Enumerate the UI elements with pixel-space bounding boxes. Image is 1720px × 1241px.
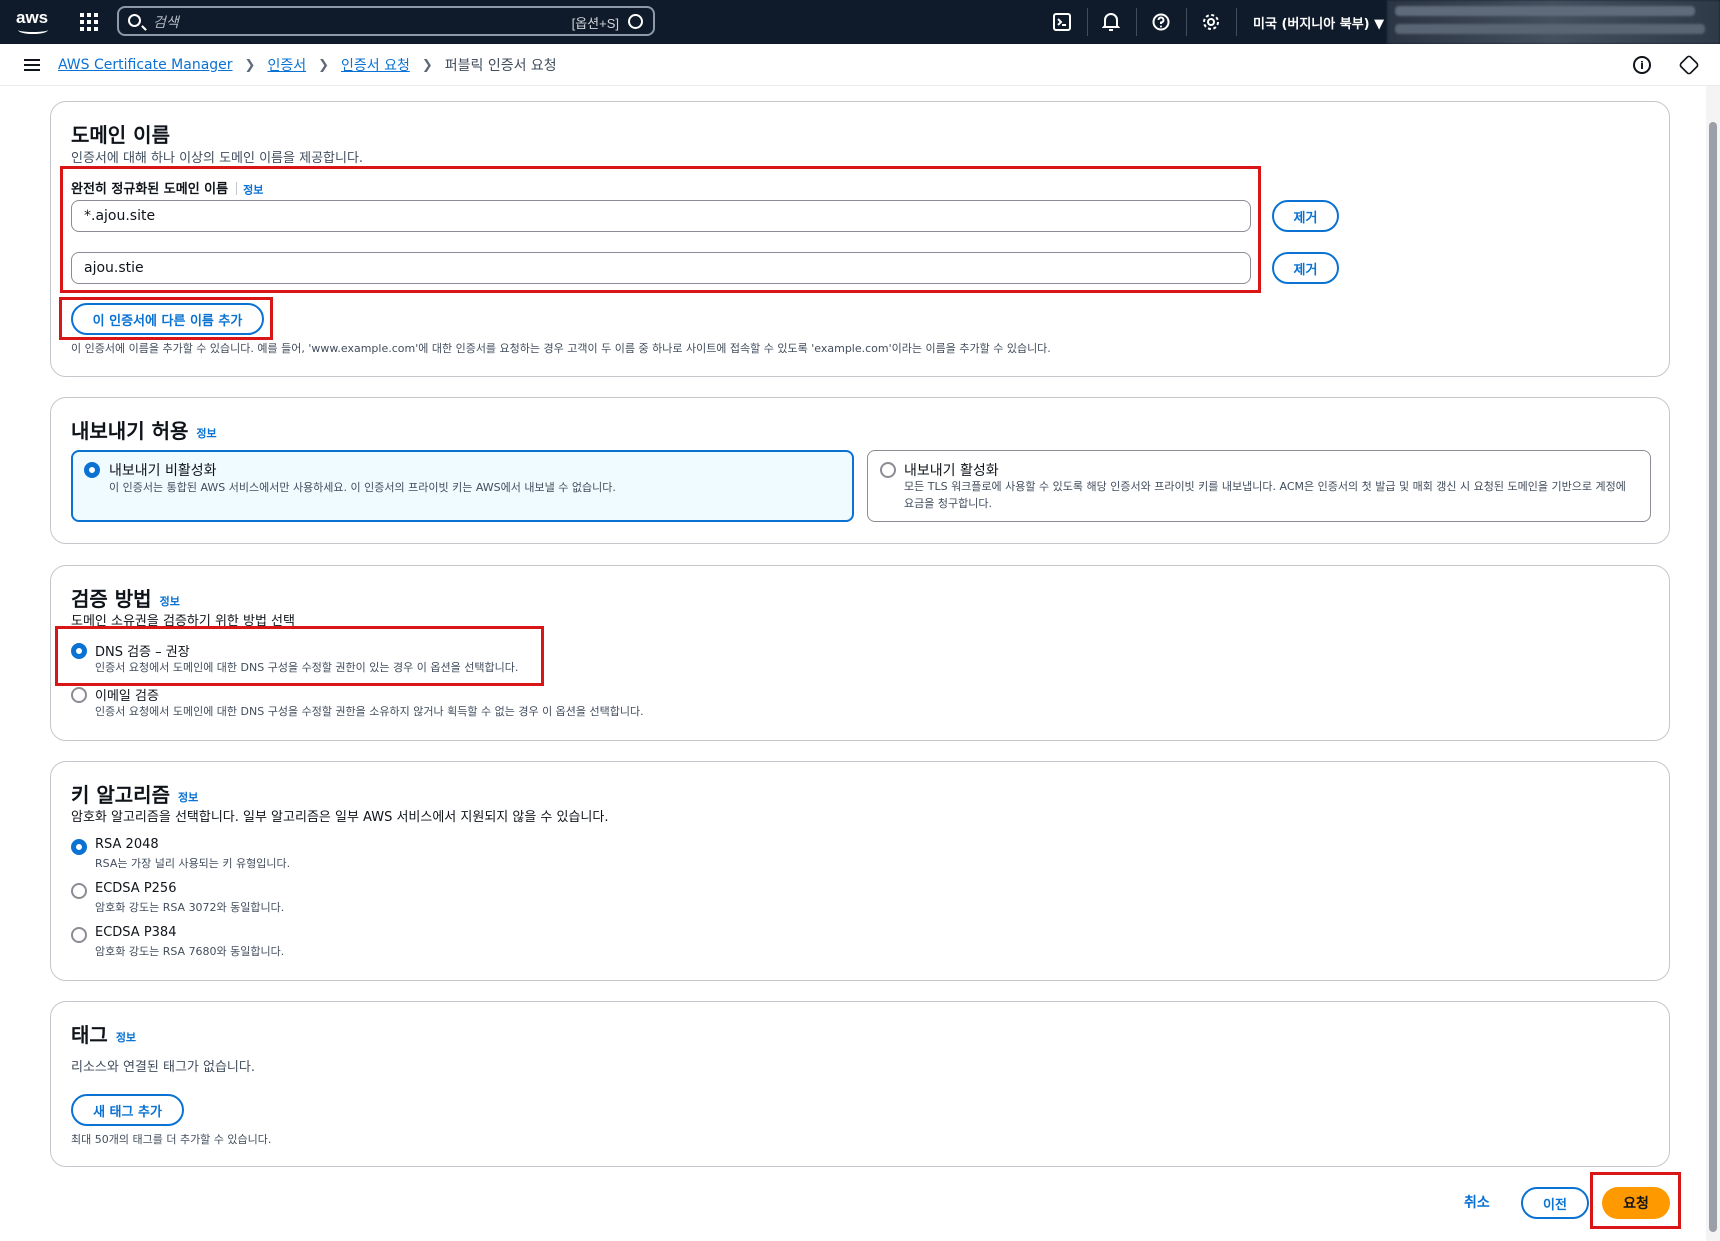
breadcrumb-request-certificate[interactable]: 인증서 요청 (341, 55, 410, 75)
cloudshell-icon[interactable] (1050, 10, 1074, 34)
export-enable-title: 내보내기 활성화 (904, 463, 999, 479)
ecdsa-p256-radio[interactable] (71, 883, 87, 899)
tags-title: 태그 정보 (71, 1019, 136, 1048)
settings-gear-icon[interactable] (1199, 10, 1223, 34)
export-panel: 내보내기 허용 정보 내보내기 비활성화 이 인증서는 통합된 AWS 서비스에서… (50, 397, 1670, 544)
domain-names-title: 도메인 이름 (71, 123, 170, 147)
tags-panel: 태그 정보 리소스와 연결된 태그가 없습니다. 새 태그 추가 최대 50개의 … (50, 1001, 1670, 1167)
breadcrumb-current: 퍼블릭 인증서 요청 (444, 58, 557, 74)
cancel-button[interactable]: 취소 (1464, 1192, 1490, 1212)
export-disable-tile[interactable]: 내보내기 비활성화 이 인증서는 통합된 AWS 서비스에서만 사용하세요. 이… (71, 450, 854, 522)
chevron-right-icon: ❯ (318, 57, 329, 73)
remove-domain-button-2[interactable]: 제거 (1272, 252, 1339, 284)
ecdsa-p384-desc: 암호화 강도는 RSA 7680와 동일합니다. (95, 945, 285, 958)
export-enable-desc: 모든 TLS 워크플로에 사용할 수 있도록 해당 인증서와 프라이빗 키를 내… (904, 480, 1626, 510)
breadcrumb-acm[interactable]: AWS Certificate Manager (58, 57, 233, 73)
export-enable-tile[interactable]: 내보내기 활성화 모든 TLS 워크플로에 사용할 수 있도록 해당 인증서와 … (867, 450, 1651, 522)
export-title-text: 내보내기 허용 (71, 419, 189, 443)
amazon-q-panel-icon[interactable] (1678, 54, 1700, 76)
notifications-bell-icon[interactable] (1099, 10, 1123, 34)
highlight-request-button (1590, 1172, 1681, 1229)
export-info-link[interactable]: 정보 (196, 427, 216, 440)
chevron-right-icon: ❯ (421, 57, 433, 73)
chevron-right-icon: ❯ (244, 57, 256, 73)
highlight-domain-inputs (60, 166, 1261, 293)
aws-logo-smile (18, 26, 48, 34)
email-validation-desc: 인증서 요청에서 도메인에 대한 DNS 구성을 수정할 권한을 소유하지 않거… (95, 705, 644, 718)
aws-logo-text: aws (16, 8, 49, 27)
ecdsa-p256-desc: 암호화 강도는 RSA 3072와 동일합니다. (95, 901, 285, 914)
highlight-add-name-button (59, 297, 273, 340)
validation-title: 검증 방법 정보 (71, 583, 180, 612)
rsa-2048-title[interactable]: RSA 2048 (95, 837, 159, 852)
menu-hamburger-icon[interactable] (24, 59, 40, 71)
validation-title-text: 검증 방법 (71, 587, 152, 611)
tags-description: 리소스와 연결된 태그가 없습니다. (71, 1060, 255, 1075)
export-disable-radio[interactable] (84, 462, 100, 478)
aws-logo[interactable]: aws (16, 8, 54, 36)
region-selector[interactable]: 미국 (버지니아 북부) ▼ (1253, 13, 1384, 32)
services-grid-icon[interactable] (80, 13, 98, 31)
ecdsa-p384-radio[interactable] (71, 927, 87, 943)
amazon-q-icon[interactable] (628, 14, 643, 29)
search-shortcut: [옵션+S] (571, 16, 619, 31)
validation-info-link[interactable]: 정보 (160, 595, 180, 608)
help-icon[interactable] (1149, 10, 1173, 34)
remove-domain-button-1[interactable]: 제거 (1272, 200, 1339, 232)
account-menu[interactable] (1387, 0, 1720, 44)
export-title: 내보내기 허용 정보 (71, 415, 217, 444)
breadcrumb-certificates[interactable]: 인증서 (267, 55, 306, 75)
highlight-dns-validation (55, 626, 544, 686)
tags-info-link[interactable]: 정보 (116, 1031, 136, 1044)
search-input[interactable] (153, 11, 533, 33)
page-scrollbar[interactable] (1706, 86, 1720, 1241)
export-disable-desc: 이 인증서는 통합된 AWS 서비스에서만 사용하세요. 이 인증서의 프라이빗… (109, 481, 616, 494)
global-search[interactable]: [옵션+S] (117, 6, 655, 36)
ecdsa-p384-title[interactable]: ECDSA P384 (95, 925, 176, 940)
key-algorithm-info-link[interactable]: 정보 (178, 791, 198, 804)
search-icon (128, 14, 141, 27)
key-algorithm-title: 키 알고리즘 정보 (71, 779, 198, 808)
export-disable-title: 내보내기 비활성화 (109, 463, 217, 479)
rsa-2048-desc: RSA는 가장 널리 사용되는 키 유형입니다. (95, 857, 291, 870)
rsa-2048-radio[interactable] (71, 839, 87, 855)
info-panel-icon[interactable]: i (1633, 56, 1651, 74)
add-new-tag-button[interactable]: 새 태그 추가 (71, 1094, 184, 1126)
key-algorithm-title-text: 키 알고리즘 (71, 783, 170, 807)
add-name-hint: 이 인증서에 이름을 추가할 수 있습니다. 예를 들어, 'www.examp… (71, 342, 1051, 355)
tags-title-text: 태그 (71, 1023, 108, 1047)
breadcrumb: AWS Certificate Manager ❯ 인증서 ❯ 인증서 요청 ❯… (58, 55, 557, 75)
previous-button[interactable]: 이전 (1521, 1187, 1589, 1219)
top-navigation: aws [옵션+S] 미국 (버지니아 북부) ▼ (0, 0, 1720, 44)
export-enable-radio[interactable] (880, 462, 896, 478)
email-validation-radio[interactable] (71, 687, 87, 703)
ecdsa-p256-title[interactable]: ECDSA P256 (95, 881, 176, 896)
key-algorithm-panel: 키 알고리즘 정보 암호화 알고리즘을 선택합니다. 일부 알고리즘은 일부 AW… (50, 761, 1670, 981)
tags-hint: 최대 50개의 태그를 더 추가할 수 있습니다. (71, 1133, 272, 1146)
breadcrumb-bar: AWS Certificate Manager ❯ 인증서 ❯ 인증서 요청 ❯… (0, 44, 1720, 86)
domain-names-description: 인증서에 대해 하나 이상의 도메인 이름을 제공합니다. (71, 151, 364, 166)
scrollbar-thumb[interactable] (1709, 122, 1717, 1232)
email-validation-title[interactable]: 이메일 검증 (95, 685, 159, 704)
key-algorithm-description: 암호화 알고리즘을 선택합니다. 일부 알고리즘은 일부 AWS 서비스에서 지… (71, 810, 609, 825)
